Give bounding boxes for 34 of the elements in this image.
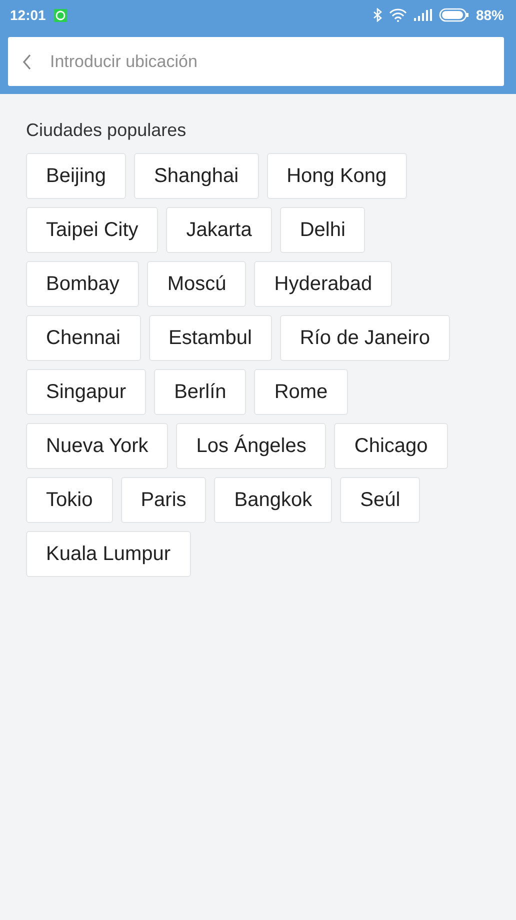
city-chip[interactable]: Chennai <box>26 315 141 361</box>
city-chip[interactable]: Moscú <box>147 261 246 307</box>
city-chip[interactable]: Chicago <box>334 423 448 469</box>
location-input[interactable]: Introducir ubicación <box>48 50 490 72</box>
city-chip[interactable]: Hyderabad <box>254 261 392 307</box>
bluetooth-icon <box>372 8 382 22</box>
city-chip[interactable]: Bombay <box>26 261 140 307</box>
city-chip[interactable]: Nueva York <box>26 423 168 469</box>
city-chip[interactable]: Berlín <box>154 369 246 415</box>
city-chip[interactable]: Estambul <box>148 315 272 361</box>
city-chip[interactable]: Taipei City <box>26 207 158 253</box>
city-chip[interactable]: Shanghai <box>134 153 259 199</box>
city-chip[interactable]: Kuala Lumpur <box>26 531 191 577</box>
city-chip[interactable]: Bangkok <box>214 477 332 523</box>
city-chip[interactable]: Delhi <box>280 207 366 253</box>
city-chip[interactable]: Paris <box>120 477 206 523</box>
city-chip[interactable]: Jakarta <box>166 207 272 253</box>
wifi-icon <box>388 8 407 22</box>
battery-icon <box>438 8 469 22</box>
city-chip[interactable]: Rome <box>254 369 348 415</box>
city-chip[interactable]: Tokio <box>26 477 113 523</box>
city-chip[interactable]: Singapur <box>26 369 146 415</box>
status-time: 12:01 <box>10 7 46 23</box>
city-chip[interactable]: Hong Kong <box>266 153 407 199</box>
section-title: Ciudades populares <box>26 120 188 141</box>
signal-icon <box>414 9 432 21</box>
back-icon[interactable] <box>22 54 32 70</box>
battery-percentage: 88% <box>476 7 504 23</box>
search-field[interactable]: Introducir ubicación <box>8 37 504 86</box>
city-chip[interactable]: Río de Janeiro <box>280 315 450 361</box>
chat-app-icon <box>54 8 67 22</box>
city-chip[interactable]: Los Ángeles <box>176 423 326 469</box>
city-chip[interactable]: Beijing <box>26 153 126 199</box>
city-chip[interactable]: Seúl <box>340 477 420 523</box>
